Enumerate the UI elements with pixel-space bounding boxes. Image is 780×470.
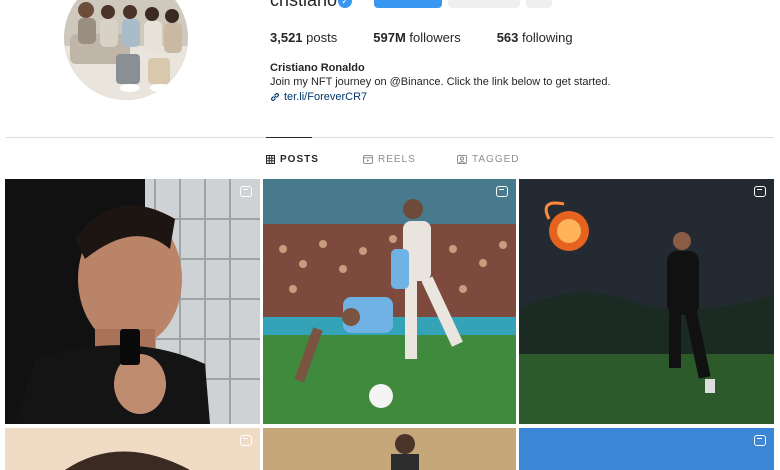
reel-badge-icon <box>240 186 252 197</box>
post-image-football-match <box>263 179 516 424</box>
following-count: 563 <box>496 30 519 45</box>
post-image-portrait-2 <box>5 428 260 470</box>
following-stat-label: following <box>522 30 573 45</box>
post-tile[interactable] <box>263 428 516 470</box>
tagged-icon <box>457 155 467 164</box>
post-tile[interactable] <box>5 179 260 424</box>
tab-reels[interactable]: REELS <box>363 154 416 165</box>
reel-badge-icon <box>240 435 252 446</box>
grid-icon <box>266 155 275 164</box>
post-image-player-2 <box>263 428 516 470</box>
post-tile[interactable] <box>263 179 516 424</box>
tab-reels-label: REELS <box>378 154 416 165</box>
message-button[interactable] <box>448 0 520 8</box>
post-image-portrait <box>5 179 260 424</box>
followers-stat[interactable]: 597M followers <box>373 30 460 45</box>
reel-badge-icon <box>754 186 766 197</box>
followers-stat-label: followers <box>409 30 461 45</box>
more-options-button[interactable] <box>526 0 552 8</box>
following-stat[interactable]: 563 following <box>497 30 573 45</box>
posts-stat: 3,521 posts <box>270 30 337 45</box>
post-image-fire-ball <box>519 179 774 424</box>
verified-badge-icon: ✓ <box>338 0 352 8</box>
active-tab-indicator <box>266 137 312 138</box>
tab-tagged-label: TAGGED <box>472 154 520 165</box>
profile-stats: 3,521 posts 597M followers 563 following <box>270 30 573 45</box>
link-icon <box>271 93 279 101</box>
tab-posts[interactable]: POSTS <box>266 154 319 165</box>
reels-icon <box>363 155 373 164</box>
post-tile[interactable] <box>519 179 774 424</box>
profile-link[interactable]: ter.li/ForeverCR7 <box>270 91 367 103</box>
tab-tagged[interactable]: TAGGED <box>457 154 519 165</box>
follow-button[interactable] <box>374 0 442 8</box>
carousel-badge-icon <box>496 186 508 197</box>
tabs-divider <box>6 137 774 138</box>
tab-posts-label: POSTS <box>280 154 319 165</box>
profile-full-name: Cristiano Ronaldo <box>270 62 365 74</box>
profile-username: cristiano <box>270 0 338 10</box>
post-image-blue <box>519 428 774 470</box>
post-tile[interactable] <box>5 428 260 470</box>
avatar-family-photo <box>64 0 188 100</box>
profile-link-text: ter.li/ForeverCR7 <box>284 91 368 103</box>
profile-avatar[interactable] <box>64 0 188 100</box>
posts-count: 3,521 <box>270 30 303 45</box>
post-tile[interactable] <box>519 428 774 470</box>
carousel-badge-icon <box>754 435 766 446</box>
profile-bio: Join my NFT journey on @Binance. Click t… <box>270 76 611 88</box>
followers-count: 597M <box>373 30 406 45</box>
posts-stat-label: posts <box>306 30 338 45</box>
